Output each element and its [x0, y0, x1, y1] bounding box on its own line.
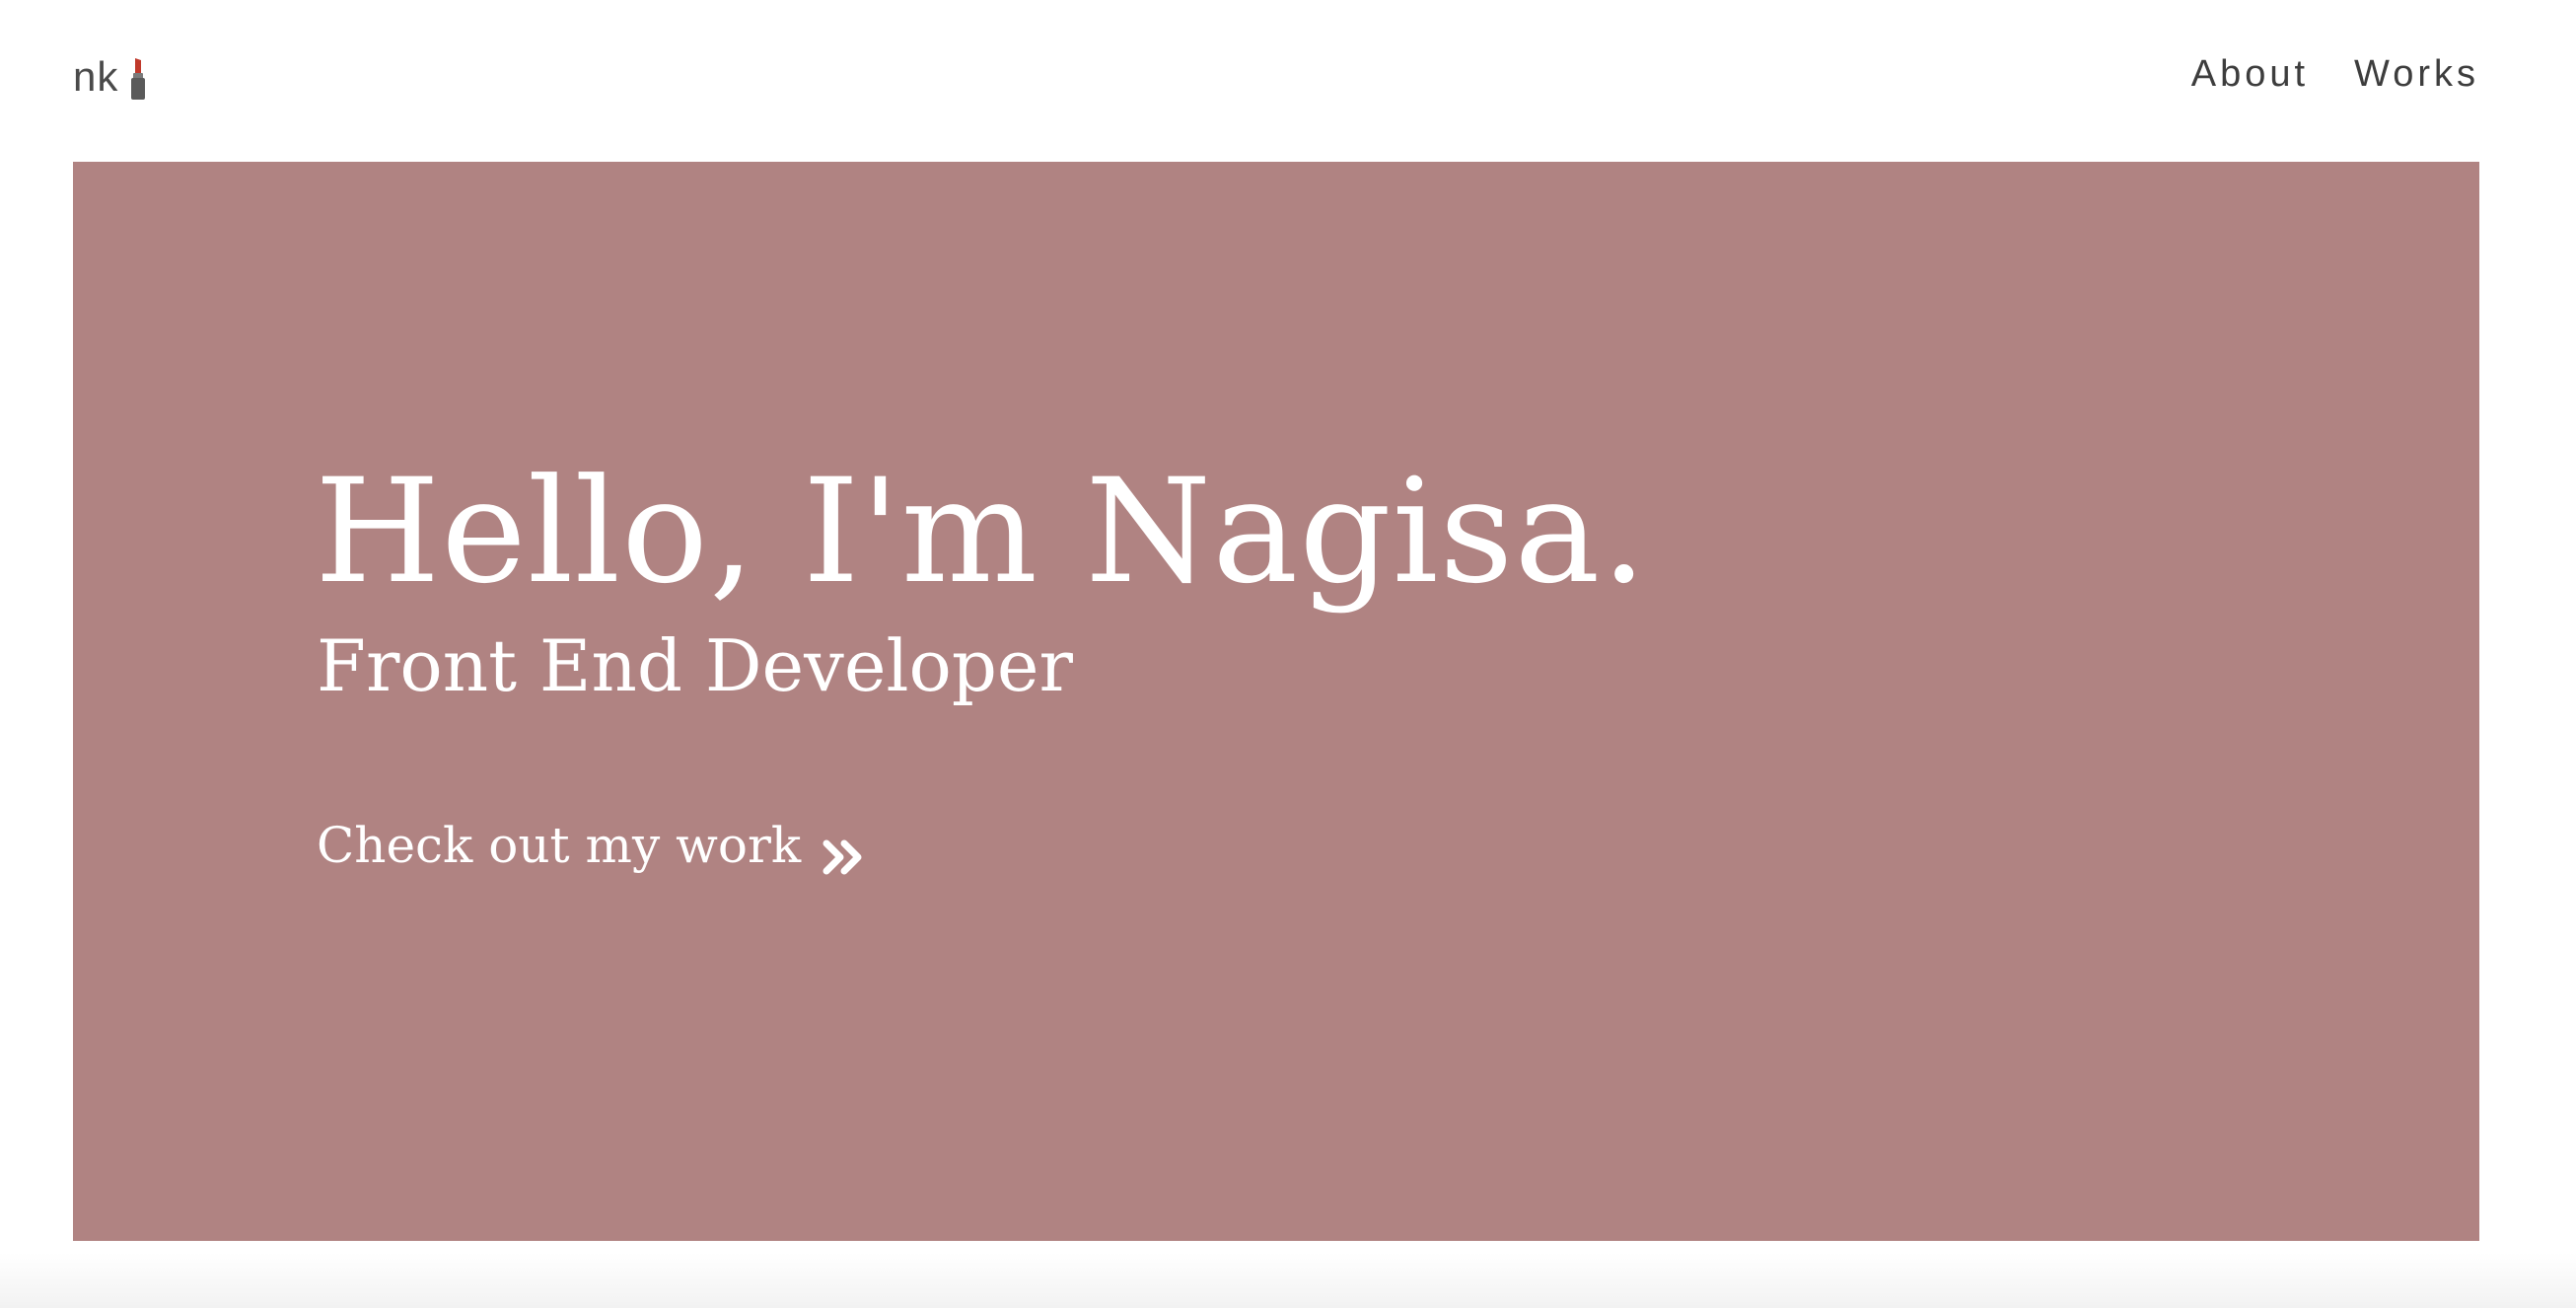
hero-section: Hello, I'm Nagisa. Front End Developer C…	[73, 162, 2479, 1241]
hero-title: Hello, I'm Nagisa.	[315, 448, 1648, 616]
logo-text: nk	[73, 53, 119, 100]
lipstick-icon	[128, 56, 148, 102]
cta-label: Check out my work	[317, 817, 802, 874]
main-nav: About Works	[2191, 47, 2479, 101]
hero-subtitle: Front End Developer	[317, 624, 1073, 707]
nav-link-works[interactable]: Works	[2354, 47, 2479, 101]
check-out-work-link[interactable]: Check out my work	[317, 811, 866, 880]
nav-link-about[interactable]: About	[2191, 47, 2309, 101]
site-header: nk About Works	[0, 0, 2576, 162]
hero-content: Hello, I'm Nagisa. Front End Developer C…	[315, 448, 1648, 880]
site-logo[interactable]: nk	[73, 47, 148, 107]
double-chevron-right-icon	[821, 826, 866, 875]
page-bottom-edge	[0, 1253, 2576, 1308]
